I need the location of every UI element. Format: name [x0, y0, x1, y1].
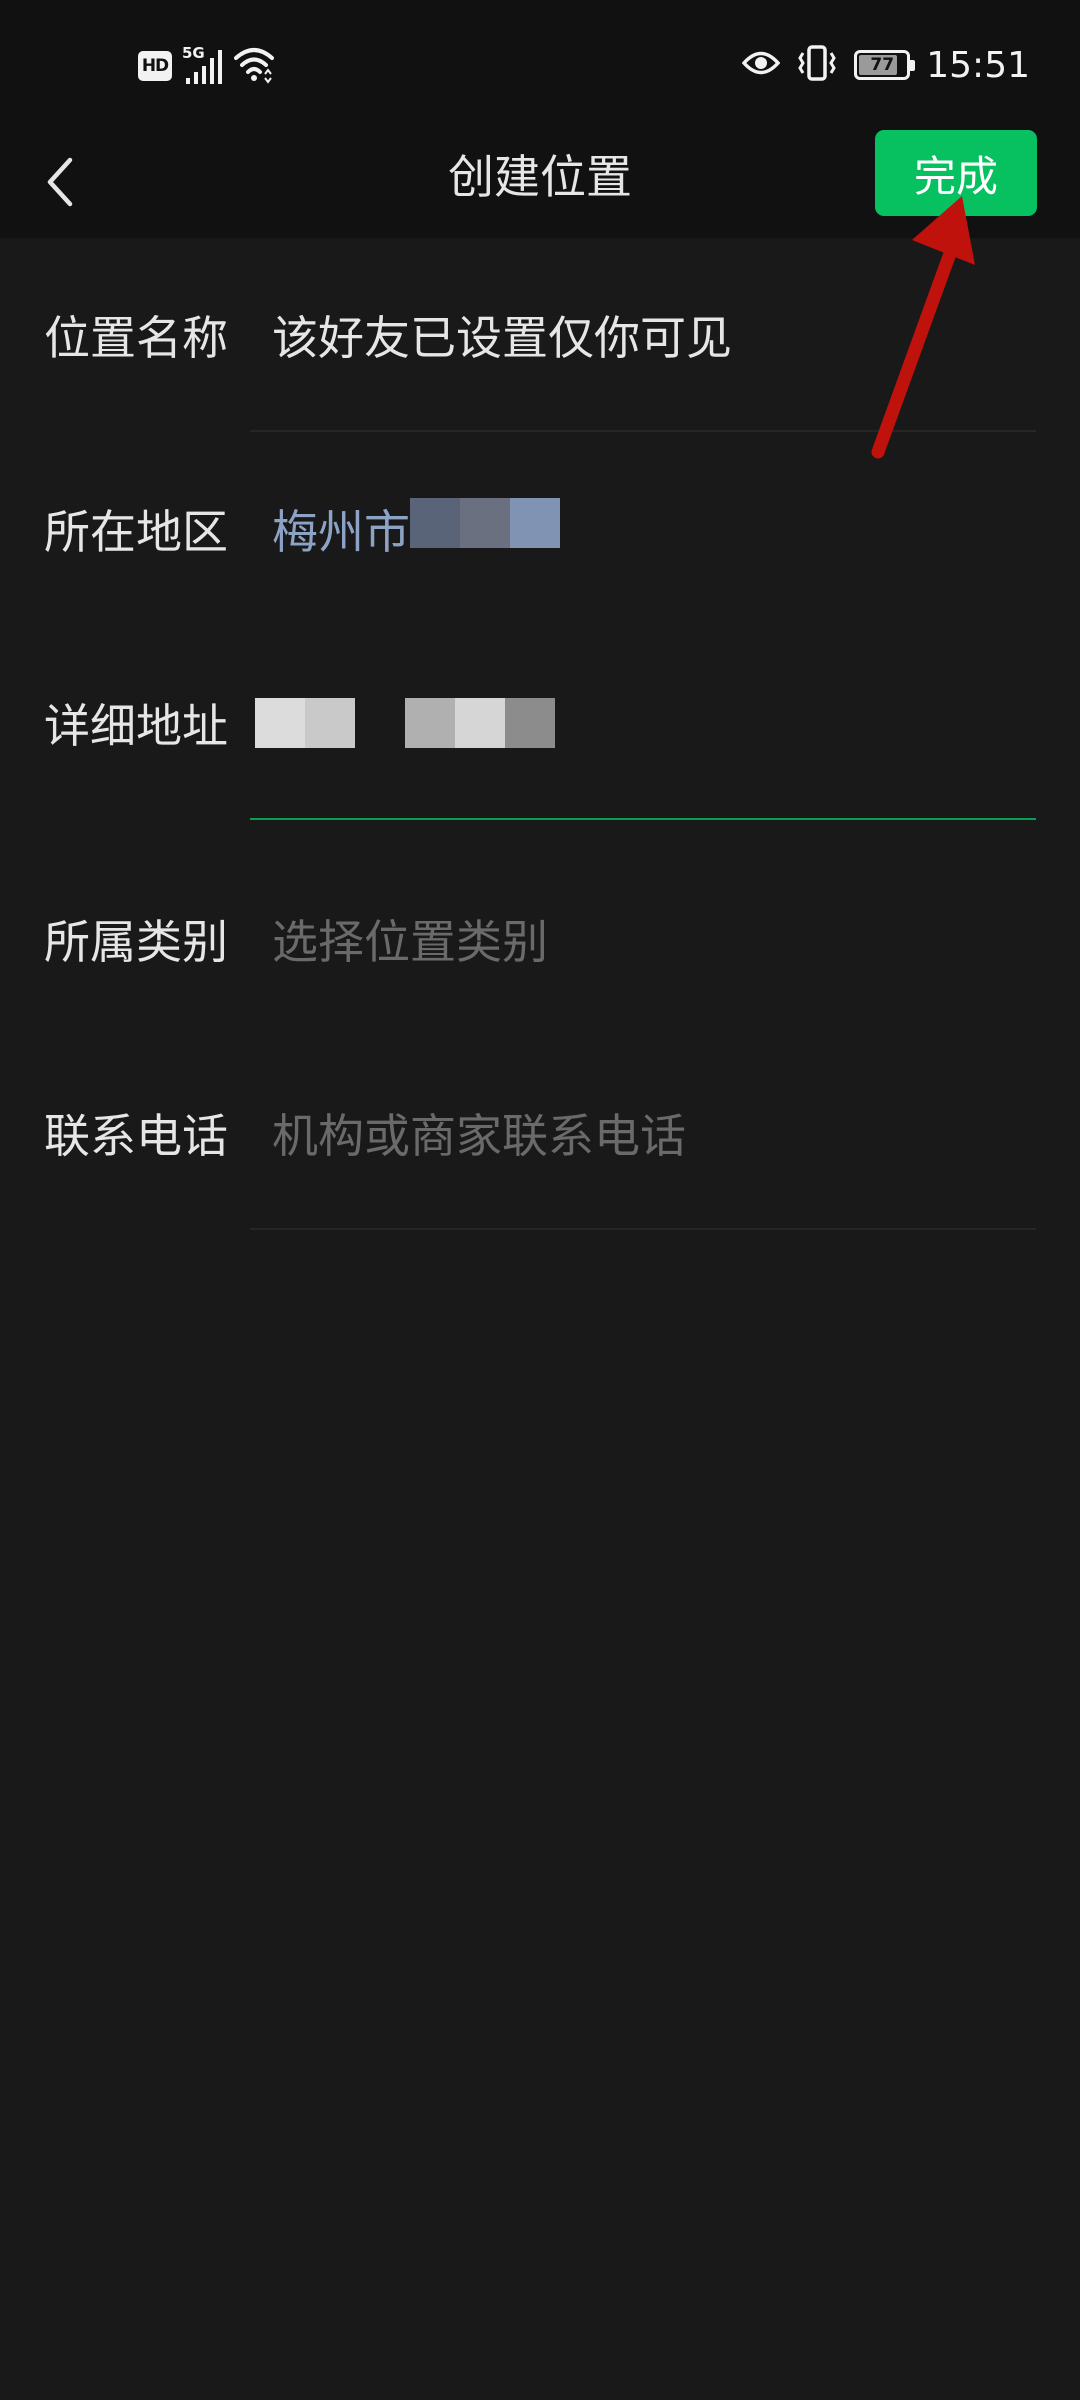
- eye-icon: [741, 48, 781, 82]
- region-city: 梅州市: [272, 505, 410, 559]
- status-right: 77 15:51: [741, 40, 1030, 90]
- region-label: 所在地区: [44, 505, 228, 559]
- title-bar: 创建位置 完成: [0, 130, 1080, 238]
- row-divider-focused: [250, 818, 1036, 820]
- wifi-icon: [232, 44, 276, 88]
- detail-address-label: 详细地址: [44, 699, 228, 753]
- status-bar: HD 5G 77 15:51: [0, 0, 1080, 130]
- clock: 15:51: [926, 44, 1030, 86]
- signal-bars-icon: 5G: [182, 44, 222, 86]
- done-button[interactable]: 完成: [875, 130, 1037, 216]
- location-name-label: 位置名称: [44, 311, 228, 365]
- status-left: HD 5G: [138, 44, 276, 88]
- form-row-phone: 联系电话 机构或商家联系电话: [0, 1036, 1080, 1230]
- phone-label: 联系电话: [44, 1109, 228, 1163]
- redacted-mosaic: [255, 698, 555, 748]
- network-type-label: 5G: [182, 44, 205, 62]
- redacted-mosaic: [410, 498, 560, 548]
- phone-input[interactable]: 机构或商家联系电话: [272, 1036, 686, 1230]
- form-row-detail-address: 详细地址: [0, 626, 1080, 820]
- form-row-category[interactable]: 所属类别 选择位置类别: [0, 842, 1080, 1036]
- form-row-region[interactable]: 所在地区 梅州市: [0, 432, 1080, 626]
- row-divider: [250, 1228, 1036, 1230]
- vibrate-icon: [796, 43, 838, 87]
- hd-badge: HD: [138, 51, 172, 81]
- category-select[interactable]: 选择位置类别: [272, 842, 548, 1036]
- battery-icon: 77: [854, 50, 916, 80]
- location-name-input[interactable]: 该好友已设置仅你可见: [272, 238, 732, 432]
- category-label: 所属类别: [44, 915, 228, 969]
- form-row-location-name: 位置名称 该好友已设置仅你可见: [0, 238, 1080, 432]
- battery-level: 77: [870, 55, 895, 75]
- detail-address-redacted: [255, 626, 555, 820]
- region-value[interactable]: 梅州市: [272, 432, 560, 626]
